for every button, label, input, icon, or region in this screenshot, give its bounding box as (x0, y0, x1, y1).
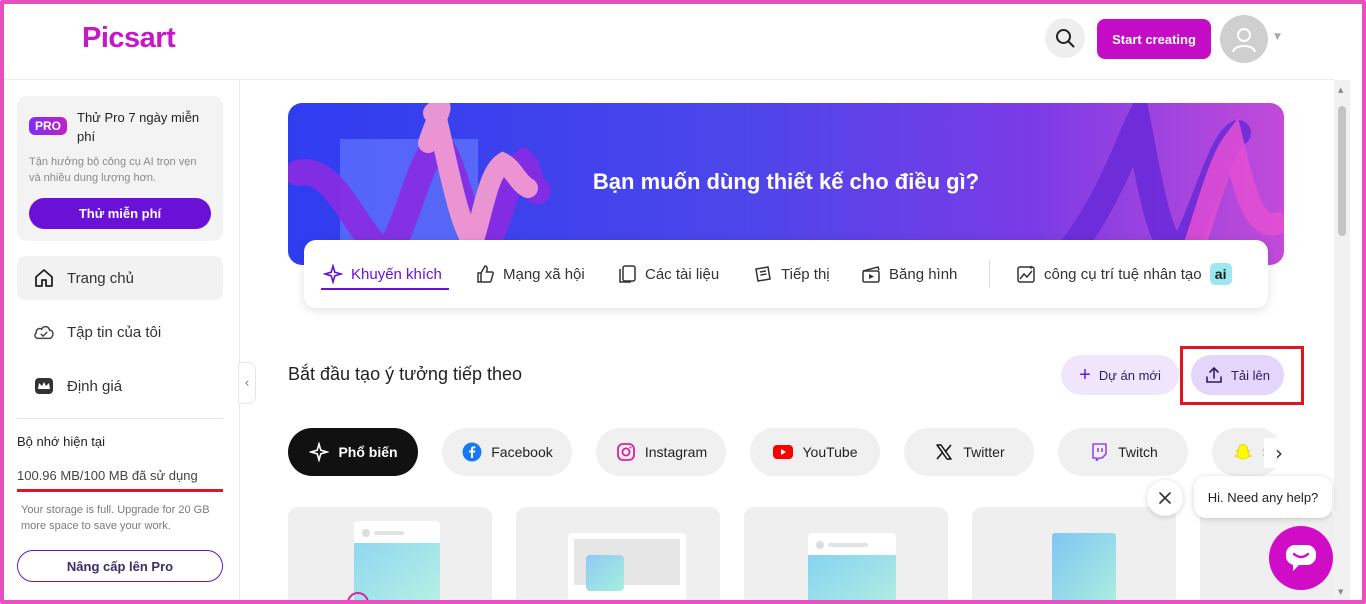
storage-progress-fill (17, 489, 223, 492)
storage-title: Bộ nhớ hiện tại (17, 434, 106, 449)
instagram-icon (615, 441, 637, 463)
instagram-post-thumbnail (347, 521, 440, 604)
chip-label: Twitter (963, 444, 1005, 460)
tab-recommended[interactable]: Khuyến khích (322, 260, 442, 288)
page-scrollbar[interactable]: ▲ ▼ (1334, 80, 1350, 600)
upload-highlight-box (1180, 346, 1304, 405)
sidebar-item-label: Định giá (67, 377, 123, 395)
template-card[interactable] (516, 507, 720, 604)
scroll-thumb[interactable] (1338, 106, 1346, 236)
crown-icon (33, 375, 55, 397)
scroll-up-icon[interactable]: ▲ (1338, 86, 1343, 94)
chat-icon (1286, 545, 1316, 571)
sidebar-item-pricing[interactable]: Định giá (17, 364, 223, 408)
close-icon (1159, 492, 1171, 504)
chip-label: Facebook (491, 444, 553, 460)
pro-trial-title: Thử Pro 7 ngày miễn phí (77, 110, 200, 144)
storage-full-note: Your storage is full. Upgrade for 20 GB … (21, 504, 210, 532)
picsart-logo[interactable]: Picsart (82, 22, 176, 55)
chevron-left-icon: ‹ (244, 375, 250, 391)
tab-label: Mạng xã hội (503, 265, 585, 283)
start-creating-button[interactable]: Start creating (1097, 19, 1211, 59)
sidebar-item-home[interactable]: Trang chủ (17, 256, 223, 300)
ai-badge: ai (1209, 263, 1232, 285)
tab-separator (989, 260, 990, 288)
chip-twitch[interactable]: Twitch (1058, 428, 1188, 476)
facebook-cover-thumbnail (568, 533, 686, 603)
chip-youtube[interactable]: YouTube (750, 428, 880, 476)
home-icon (33, 267, 55, 289)
active-tab-indicator (321, 288, 449, 290)
clapperboard-icon (860, 263, 882, 285)
chip-label: YouTube (802, 444, 858, 460)
youtube-icon (772, 441, 794, 463)
banner-title: Bạn muốn dùng thiết kế cho điều gì? (592, 169, 980, 194)
tab-social-media[interactable]: Mạng xã hội (474, 260, 585, 288)
cloud-check-icon (33, 321, 55, 343)
chevron-down-icon[interactable]: ▼ (1274, 32, 1281, 42)
chip-label: Instagram (644, 444, 708, 460)
chip-popular[interactable]: Phổ biến (288, 428, 418, 476)
sparkle-icon (322, 263, 344, 285)
search-icon (1056, 29, 1075, 48)
upgrade-to-pro-button[interactable]: Nâng cấp lên Pro (17, 550, 223, 582)
tab-label: Băng hình (889, 265, 958, 283)
story-thumbnail (1052, 533, 1116, 604)
user-icon (1232, 28, 1256, 53)
chat-launcher-button[interactable] (1269, 526, 1333, 590)
new-project-label: Dự án mới (1098, 367, 1161, 383)
try-free-button[interactable]: Thử miễn phí (29, 198, 211, 229)
tab-label: Các tài liệu (645, 265, 720, 283)
thumbs-up-icon (474, 263, 496, 285)
template-card[interactable] (972, 507, 1176, 604)
ai-image-icon (1015, 263, 1037, 285)
sidebar-item-label: Trang chủ (67, 269, 134, 287)
chip-label: Phổ biến (338, 444, 398, 460)
sidebar-item-my-files[interactable]: Tập tin của tôi (17, 310, 223, 354)
avatar[interactable] (1220, 15, 1268, 63)
tab-label: công cụ trí tuệ nhân tạo (1044, 265, 1202, 283)
plus-icon: + (1079, 363, 1091, 386)
x-twitter-icon (933, 441, 955, 463)
design-category-tabs: Khuyến khích Mạng xã hội Các tài liệu Ti… (304, 240, 1268, 308)
twitch-icon (1088, 441, 1110, 463)
facebook-icon (461, 441, 483, 463)
storage-usage-text: 100.96 MB/100 MB đã sử dụng (17, 468, 198, 483)
sidebar-divider (17, 418, 223, 419)
pro-trial-description: Tận hưởng bộ công cụ AI trọn vẹn và nhiề… (29, 156, 197, 184)
top-header: Picsart Start creating ▼ (4, 4, 1334, 80)
sparkle-icon (308, 441, 330, 463)
chip-facebook[interactable]: Facebook (442, 428, 572, 476)
template-card[interactable] (288, 507, 492, 604)
storage-progress-bar (17, 489, 223, 492)
new-project-button[interactable]: + Dự án mới (1061, 355, 1179, 395)
pro-trial-card: PRO Thử Pro 7 ngày miễn phí Tận hưởng bộ… (17, 96, 223, 241)
pro-badge: PRO (29, 117, 68, 135)
chip-twitter[interactable]: Twitter (904, 428, 1034, 476)
post-thumbnail (808, 533, 896, 604)
tab-label: Tiếp thị (781, 265, 830, 283)
chip-instagram[interactable]: Instagram (596, 428, 726, 476)
chevron-right-icon: › (1275, 441, 1283, 465)
section-title: Bắt đầu tạo ý tưởng tiếp theo (288, 364, 523, 384)
chips-scroll-right-button[interactable]: › (1264, 438, 1294, 468)
chat-close-button[interactable] (1147, 480, 1183, 516)
tab-label: Khuyến khích (351, 265, 442, 283)
documents-icon (616, 263, 638, 285)
scroll-down-icon[interactable]: ▼ (1338, 588, 1343, 596)
ticket-icon (752, 263, 774, 285)
chip-label: Twitch (1118, 444, 1158, 460)
tab-ai-tools[interactable]: công cụ trí tuệ nhân tạo ai (1015, 260, 1232, 288)
tab-video[interactable]: Băng hình (860, 260, 957, 288)
tab-documents[interactable]: Các tài liệu (616, 260, 719, 288)
sidebar-item-label: Tập tin của tôi (67, 323, 162, 341)
template-card[interactable] (744, 507, 948, 604)
tab-marketing[interactable]: Tiếp thị (752, 260, 830, 288)
search-button[interactable] (1045, 18, 1085, 58)
chat-help-bubble[interactable]: Hi. Need any help? (1194, 476, 1332, 518)
sidebar: PRO Thử Pro 7 ngày miễn phí Tận hưởng bộ… (4, 80, 240, 600)
sidebar-collapse-button[interactable]: ‹ (238, 362, 256, 404)
snapchat-icon (1232, 441, 1254, 463)
